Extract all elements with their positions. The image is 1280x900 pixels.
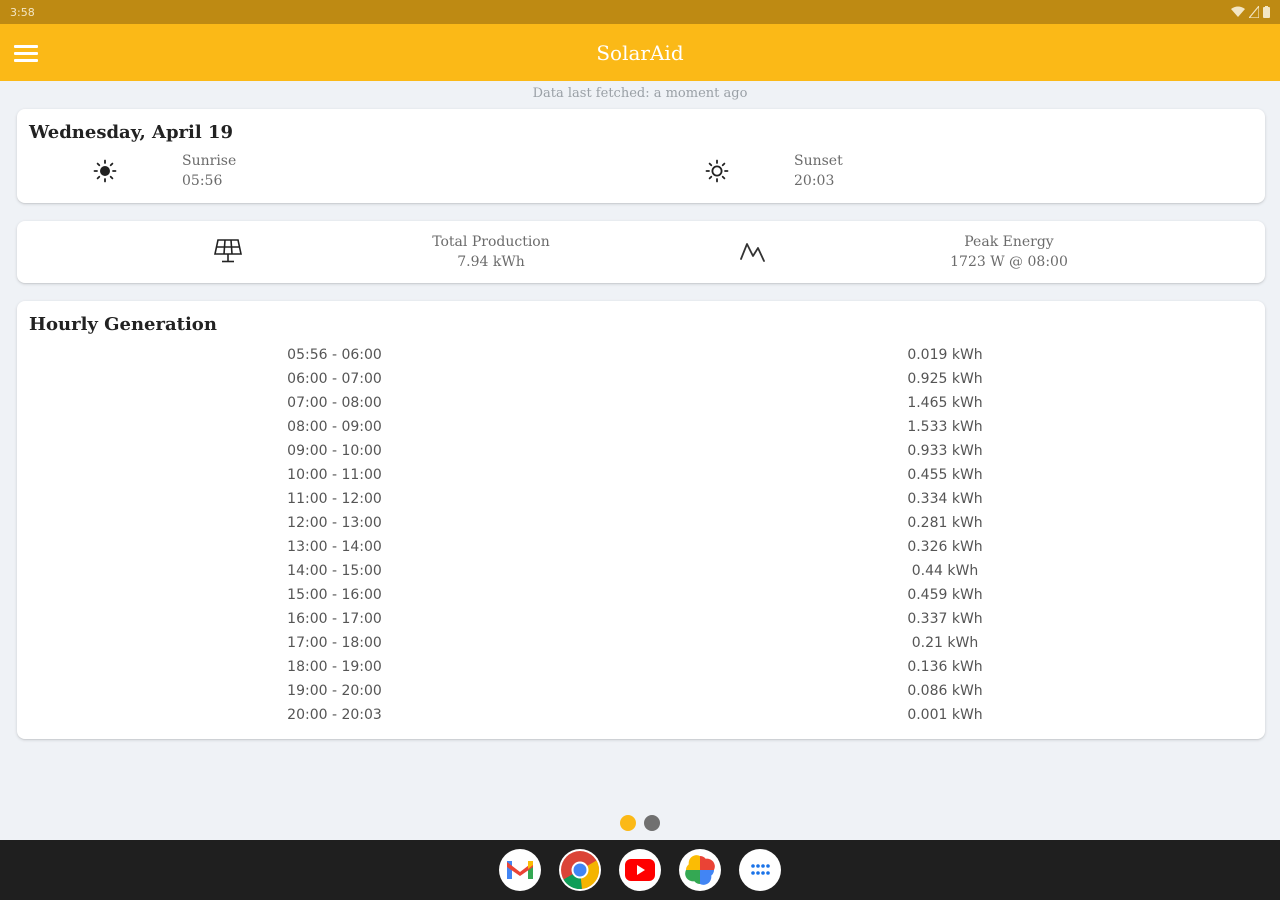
sunset-label: Sunset (794, 153, 843, 169)
sunset-time: 20:03 (794, 173, 835, 189)
hourly-row-range: 11:00 - 12:00 (287, 491, 382, 507)
date-title: Wednesday, April 19 (29, 122, 234, 143)
sunrise-block: Sunrise 05:56 (182, 151, 236, 191)
hourly-row-value: 0.933 kWh (907, 443, 983, 459)
hourly-generation-title: Hourly Generation (29, 314, 217, 335)
hourly-row-value: 0.337 kWh (907, 611, 983, 627)
hourly-row: 16:00 - 17:00 0.337 kWh (17, 607, 1265, 631)
youtube-icon (625, 859, 655, 881)
peak-energy-block: Peak Energy 1723 W @ 08:00 (889, 232, 1129, 272)
hourly-row: 14:00 - 15:00 0.44 kWh (17, 559, 1265, 583)
menu-button[interactable] (14, 40, 44, 66)
hourly-row-range: 15:00 - 16:00 (287, 587, 382, 603)
hourly-row-value: 1.465 kWh (907, 395, 983, 411)
photos-icon (685, 855, 715, 885)
hourly-row-range: 18:00 - 19:00 (287, 659, 382, 675)
hourly-row-value: 0.459 kWh (907, 587, 983, 603)
hourly-row-range: 05:56 - 06:00 (287, 347, 382, 363)
app-drawer-button[interactable] (739, 849, 781, 891)
hourly-row-value: 0.281 kWh (907, 515, 983, 531)
hourly-row: 18:00 - 19:00 0.136 kWh (17, 655, 1265, 679)
hourly-row-value: 1.533 kWh (907, 419, 983, 435)
sun-outline-icon (705, 159, 729, 183)
hourly-row-value: 0.21 kWh (911, 635, 979, 651)
hourly-row-range: 07:00 - 08:00 (287, 395, 382, 411)
total-production-block: Total Production 7.94 kWh (371, 232, 611, 272)
gmail-icon (507, 861, 533, 879)
hourly-row-range: 17:00 - 18:00 (287, 635, 382, 651)
hourly-row: 17:00 - 18:00 0.21 kWh (17, 631, 1265, 655)
status-time: 3:58 (10, 5, 35, 19)
hourly-row: 06:00 - 07:00 0.925 kWh (17, 367, 1265, 391)
hourly-row-range: 06:00 - 07:00 (287, 371, 382, 387)
hourly-row: 08:00 - 09:00 1.533 kWh (17, 415, 1265, 439)
youtube-app[interactable] (619, 849, 661, 891)
battery-icon (1263, 6, 1270, 18)
hourly-list: 05:56 - 06:00 0.019 kWh 06:00 - 07:00 0.925… (17, 343, 1265, 727)
sun-card: Wednesday, April 19 Sunrise 05:56 Sunset… (17, 109, 1265, 203)
app-title: SolarAid (596, 40, 684, 65)
hourly-row-range: 09:00 - 10:00 (287, 443, 382, 459)
hourly-row: 05:56 - 06:00 0.019 kWh (17, 343, 1265, 367)
page-dot-2[interactable] (644, 815, 660, 831)
hourly-row-value: 0.334 kWh (907, 491, 983, 507)
production-card: Total Production 7.94 kWh Peak Energy 17… (17, 221, 1265, 283)
hourly-row: 11:00 - 12:00 0.334 kWh (17, 487, 1265, 511)
hamburger-line (14, 58, 38, 62)
page-dot-1[interactable] (620, 815, 636, 831)
hourly-row-value: 0.086 kWh (907, 683, 983, 699)
wifi-icon (1231, 6, 1245, 17)
hourly-row-value: 0.326 kWh (907, 539, 983, 555)
hourly-row-range: 14:00 - 15:00 (287, 563, 382, 579)
hourly-row: 09:00 - 10:00 0.933 kWh (17, 439, 1265, 463)
sunset-block: Sunset 20:03 (794, 151, 843, 191)
hourly-row: 10:00 - 11:00 0.455 kWh (17, 463, 1265, 487)
hourly-row: 13:00 - 14:00 0.326 kWh (17, 535, 1265, 559)
hourly-row-range: 10:00 - 11:00 (287, 467, 382, 483)
hamburger-menu-icon (14, 44, 38, 48)
hourly-row-range: 08:00 - 09:00 (287, 419, 382, 435)
app-drawer-icon (751, 864, 770, 875)
status-icons (1231, 6, 1270, 18)
page-indicator (620, 815, 660, 831)
status-bar: 3:58 (0, 0, 1280, 24)
hamburger-line (14, 51, 38, 55)
hourly-row: 15:00 - 16:00 0.459 kWh (17, 583, 1265, 607)
peak-energy-value: 1723 W @ 08:00 (950, 254, 1068, 270)
sunrise-time: 05:56 (182, 173, 223, 189)
navigation-bar (0, 840, 1280, 900)
app-bar: SolarAid (0, 24, 1280, 81)
hourly-row-range: 20:00 - 20:03 (287, 707, 382, 723)
hourly-row-range: 12:00 - 13:00 (287, 515, 382, 531)
chrome-app[interactable] (559, 849, 601, 891)
hourly-row-value: 0.136 kWh (907, 659, 983, 675)
hourly-row: 12:00 - 13:00 0.281 kWh (17, 511, 1265, 535)
solar-panel-icon (212, 237, 244, 265)
total-production-value: 7.94 kWh (457, 254, 525, 270)
hourly-row-range: 16:00 - 17:00 (287, 611, 382, 627)
hourly-row-value: 0.44 kWh (911, 563, 979, 579)
hourly-generation-card: Hourly Generation 05:56 - 06:00 0.019 kWh… (17, 301, 1265, 739)
hourly-row-range: 19:00 - 20:00 (287, 683, 382, 699)
total-production-label: Total Production (432, 234, 550, 250)
hourly-row-value: 0.925 kWh (907, 371, 983, 387)
gmail-app[interactable] (499, 849, 541, 891)
hourly-row-value: 0.455 kWh (907, 467, 983, 483)
hourly-row-range: 13:00 - 14:00 (287, 539, 382, 555)
hourly-row-value: 0.001 kWh (907, 707, 983, 723)
hourly-row: 20:00 - 20:03 0.001 kWh (17, 703, 1265, 727)
hourly-row: 19:00 - 20:00 0.086 kWh (17, 679, 1265, 703)
photos-app[interactable] (679, 849, 721, 891)
sunrise-label: Sunrise (182, 153, 237, 169)
hourly-row-value: 0.019 kWh (907, 347, 983, 363)
peak-line-icon (739, 238, 767, 264)
chrome-icon (561, 851, 600, 890)
hourly-row: 07:00 - 08:00 1.465 kWh (17, 391, 1265, 415)
peak-energy-label: Peak Energy (964, 234, 1054, 250)
sun-filled-icon (93, 159, 117, 183)
signal-icon (1249, 6, 1259, 18)
data-fetched-text: Data last fetched: a moment ago (532, 86, 748, 101)
